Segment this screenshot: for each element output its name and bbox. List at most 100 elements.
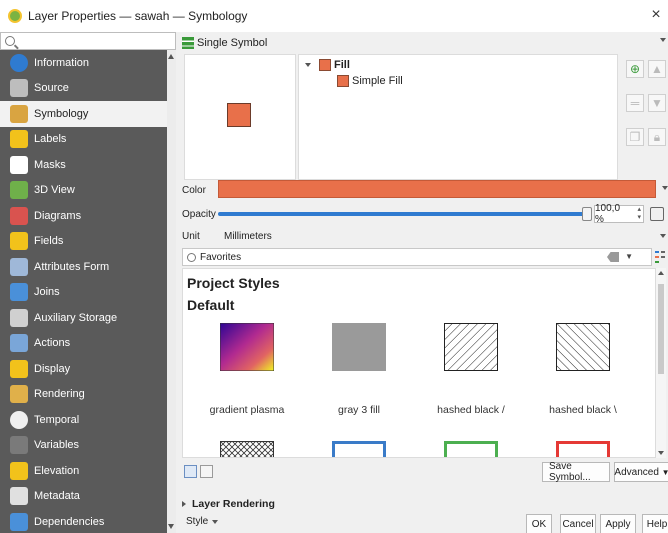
qgis-logo-icon bbox=[8, 9, 22, 23]
scroll-up-arrow-icon[interactable] bbox=[658, 271, 664, 275]
sidebar-item-3d-view[interactable]: 3D View bbox=[0, 178, 176, 204]
sidebar-item-label: Display bbox=[34, 362, 71, 375]
symbol-thumbnail[interactable] bbox=[556, 441, 610, 458]
list-view-icon[interactable] bbox=[200, 465, 213, 478]
sidebar-item-joins[interactable]: Joins bbox=[0, 280, 176, 306]
sidebar-list: Information Source Symbology Labels Masks 3D … bbox=[0, 50, 176, 533]
symbol-name: hashed black \ bbox=[549, 404, 617, 416]
symbol-thumbnail[interactable] bbox=[220, 441, 274, 458]
scroll-down-arrow-icon[interactable] bbox=[658, 451, 664, 455]
sidebar-item-label: Variables bbox=[34, 439, 80, 452]
expand-arrow-icon[interactable] bbox=[305, 63, 311, 67]
sidebar-item-source[interactable]: Source bbox=[0, 76, 176, 102]
sidebar-item-variables[interactable]: Variables bbox=[0, 433, 176, 459]
sidebar-item-symbology[interactable]: Symbology bbox=[0, 101, 176, 127]
opacity-spinbox[interactable]: 100,0 % bbox=[594, 203, 644, 225]
opacity-slider-handle[interactable] bbox=[582, 207, 592, 221]
symbol-item[interactable]: hashed black \ bbox=[527, 323, 639, 416]
window-title: Layer Properties — sawah — Symbology bbox=[28, 9, 248, 23]
layer-rendering-section[interactable]: Layer Rendering bbox=[182, 498, 275, 510]
labels-abc-icon bbox=[10, 130, 28, 149]
sidebar-item-metadata[interactable]: Metadata bbox=[0, 484, 176, 510]
symbol-search-input[interactable]: Favorites ▼ bbox=[182, 248, 652, 266]
cancel-button[interactable]: Cancel bbox=[560, 514, 596, 533]
chevron-down-icon[interactable]: ▼ bbox=[625, 252, 633, 261]
sidebar-item-label: Masks bbox=[34, 158, 66, 171]
sidebar-item-label: Source bbox=[34, 82, 69, 95]
diagrams-icon bbox=[10, 206, 28, 225]
sidebar-item-temporal[interactable]: Temporal bbox=[0, 407, 176, 433]
sidebar-item-label: Information bbox=[34, 56, 90, 69]
sidebar-item-label: 3D View bbox=[34, 184, 75, 197]
display-speech-icon bbox=[10, 359, 28, 378]
variables-icon bbox=[10, 436, 28, 455]
save-symbol-button[interactable]: Save Symbol... bbox=[542, 461, 610, 483]
remove-layer-icon[interactable]: ═ bbox=[626, 94, 644, 112]
sidebar-item-attributes-form[interactable]: Attributes Form bbox=[0, 254, 176, 280]
sidebar-search-input[interactable] bbox=[0, 32, 176, 50]
metadata-icon bbox=[10, 487, 28, 506]
tree-item-simple-fill[interactable]: Simple Fill bbox=[337, 75, 403, 87]
sidebar-item-diagrams[interactable]: Diagrams bbox=[0, 203, 176, 229]
chevron-down-icon[interactable] bbox=[662, 186, 668, 190]
icon-view-icon[interactable] bbox=[184, 465, 197, 478]
scroll-down-arrow-icon[interactable] bbox=[168, 524, 174, 529]
symbol-thumbnail[interactable] bbox=[444, 441, 498, 458]
sidebar-item-label: Diagrams bbox=[34, 209, 82, 222]
title-bar: Layer Properties — sawah — Symbology × bbox=[0, 0, 668, 32]
scroll-up-arrow-icon[interactable] bbox=[168, 54, 174, 59]
lock-layer-icon[interactable]: 🔒︎ bbox=[648, 128, 666, 146]
color-label: Color bbox=[182, 184, 206, 196]
sidebar-item-fields[interactable]: Fields bbox=[0, 229, 176, 255]
fill-swatch-icon bbox=[319, 59, 331, 71]
move-up-icon[interactable]: ▲ bbox=[648, 60, 666, 78]
unit-select[interactable]: Millimeters bbox=[224, 231, 272, 242]
close-icon[interactable]: × bbox=[648, 6, 664, 24]
symbol-item[interactable]: gray 3 fill bbox=[303, 323, 415, 416]
sidebar-item-auxiliary-storage[interactable]: Auxiliary Storage bbox=[0, 305, 176, 331]
symbol-item[interactable]: gradient plasma bbox=[191, 322, 303, 416]
library-actions: Save Symbol... Advanced ▼ bbox=[182, 461, 668, 483]
sidebar-item-actions[interactable]: Actions bbox=[0, 331, 176, 357]
sidebar-item-display[interactable]: Display bbox=[0, 356, 176, 382]
add-layer-icon[interactable]: ⊕ bbox=[626, 60, 644, 78]
ok-button[interactable]: OK bbox=[526, 514, 552, 533]
symbol-preview bbox=[184, 54, 296, 180]
duplicate-layer-icon[interactable]: ❐ bbox=[626, 128, 644, 146]
symbol-layer-tree: Fill Simple Fill bbox=[298, 54, 618, 180]
opacity-slider-track[interactable] bbox=[218, 212, 588, 216]
chevron-down-icon[interactable] bbox=[660, 234, 666, 238]
sidebar-item-label: Fields bbox=[34, 235, 64, 248]
sidebar-item-label: Auxiliary Storage bbox=[34, 311, 118, 324]
sidebar-item-label: Temporal bbox=[34, 413, 80, 426]
symbol-preview-swatch bbox=[227, 103, 251, 127]
tree-item-fill[interactable]: Fill bbox=[305, 59, 350, 71]
symbol-item[interactable]: hashed black / bbox=[415, 323, 527, 416]
sidebar-item-elevation[interactable]: Elevation bbox=[0, 458, 176, 484]
symbology-panel: Single Symbol Fill Simple Fill ⊕ ▲ ═ ▼ ❐… bbox=[176, 32, 668, 533]
expand-arrow-icon[interactable] bbox=[182, 501, 186, 507]
symbol-thumbnail[interactable] bbox=[332, 441, 386, 458]
data-defined-override-icon[interactable] bbox=[650, 207, 664, 221]
scrollbar-thumb[interactable] bbox=[658, 284, 664, 374]
color-button[interactable] bbox=[218, 180, 656, 198]
help-button[interactable]: Help bbox=[642, 514, 668, 533]
single-symbol-icon bbox=[182, 37, 194, 49]
symbol-options-icon[interactable] bbox=[654, 250, 666, 264]
move-down-icon[interactable]: ▼ bbox=[648, 94, 666, 112]
style-menu-button[interactable]: Style bbox=[186, 516, 219, 527]
renderer-select[interactable]: Single Symbol bbox=[182, 34, 668, 52]
sidebar-scrollbar[interactable] bbox=[167, 50, 176, 533]
advanced-button[interactable]: Advanced ▼ bbox=[614, 462, 668, 482]
sidebar-item-masks[interactable]: Masks bbox=[0, 152, 176, 178]
sidebar-item-dependencies[interactable]: Dependencies bbox=[0, 509, 176, 533]
apply-button[interactable]: Apply bbox=[600, 514, 636, 533]
symbol-thumbnail bbox=[556, 323, 610, 371]
unit-label: Unit bbox=[182, 230, 200, 242]
sidebar-item-information[interactable]: Information bbox=[0, 50, 176, 76]
sidebar-item-labels[interactable]: Labels bbox=[0, 127, 176, 153]
clear-icon[interactable] bbox=[607, 252, 619, 262]
library-scrollbar[interactable] bbox=[656, 268, 666, 458]
sidebar-item-rendering[interactable]: Rendering bbox=[0, 382, 176, 408]
layer-rendering-label: Layer Rendering bbox=[192, 498, 275, 510]
